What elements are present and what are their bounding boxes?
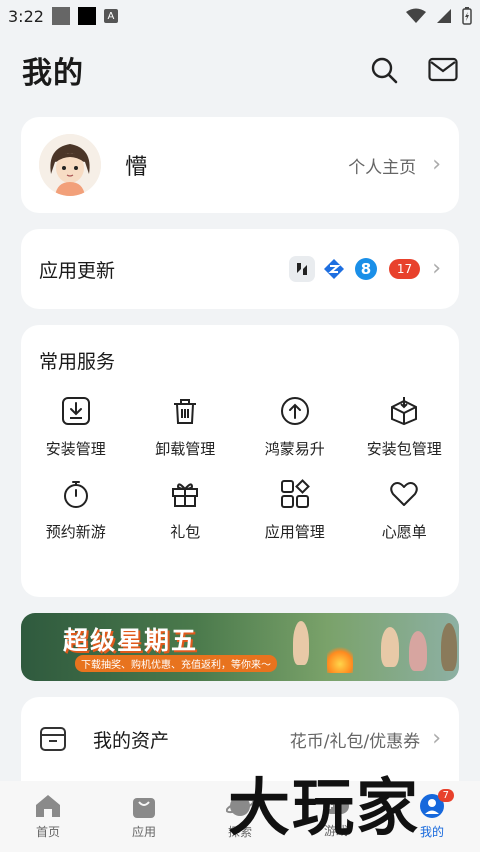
service-label: 安装管理 [45,440,106,458]
wallet-icon [40,727,66,751]
svg-text:8: 8 [361,260,371,278]
header-actions [370,56,458,84]
character-illustration [293,621,309,665]
service-label: 鸿蒙易升 [264,440,325,458]
huawei-app-icon [288,256,315,282]
search-icon[interactable] [370,56,398,84]
status-time: 3:22 [8,6,44,26]
number-8-app-icon: 8 [352,256,379,282]
service-label: 安装包管理 [366,440,442,458]
shopping-bag-icon [133,798,155,818]
apps-icon [280,479,310,508]
signal-icon [437,9,451,23]
personal-homepage-label: 个人主页 [348,157,417,178]
my-assets-detail-link[interactable]: 花币/礼包/优惠券 › [290,727,441,752]
banner-title: 超级星期五 [63,626,199,655]
common-services-card: 常用服务 安装管理 卸载管理 鸿蒙易升 安装包管理 预约新游 礼包 应用管理 心… [21,325,459,597]
service-label: 应用管理 [264,523,325,541]
nav-label: 我的 [419,825,444,839]
blue-z-app-icon [320,256,347,282]
services-title: 常用服务 [39,351,116,373]
package-icon [391,397,418,426]
chevron-right-icon: › [432,256,441,281]
personal-homepage-link[interactable]: 个人主页 › [348,153,441,178]
service-label: 卸载管理 [155,440,216,458]
services-grid: 安装管理 卸载管理 鸿蒙易升 安装包管理 预约新游 礼包 应用管理 心愿单 [21,396,459,542]
trash-icon [174,399,197,424]
service-install-manager[interactable]: 安装管理 [21,396,131,459]
service-package-manager[interactable]: 安装包管理 [350,396,460,459]
service-app-manager[interactable]: 应用管理 [240,479,350,542]
nav-apps[interactable]: 应用 [104,793,184,840]
heart-icon [390,482,418,506]
chevron-right-icon: › [432,726,441,751]
stopwatch-icon [63,481,88,508]
notification-icon [51,7,70,25]
page-title: 我的 [22,56,84,91]
campfire-illustration [327,643,353,673]
service-reserve-games[interactable]: 预约新游 [21,479,131,542]
home-icon [36,795,60,817]
notification-a-icon: A [103,9,118,23]
service-label: 心愿单 [381,523,427,541]
service-gift-pack[interactable]: 礼包 [131,479,241,542]
download-icon [61,397,90,425]
nav-label: 首页 [35,825,60,839]
service-label: 礼包 [170,523,201,541]
avatar[interactable] [39,134,101,196]
status-right [406,7,472,25]
gift-icon [172,483,199,507]
character-illustration [409,631,427,671]
nav-home[interactable]: 首页 [8,793,88,840]
app-update-card[interactable]: 应用更新 8 17 › [21,229,459,309]
service-wishlist[interactable]: 心愿单 [350,479,460,542]
character-illustration [441,623,457,671]
chevron-right-icon: › [432,152,441,177]
status-left: 3:22 A [8,7,118,26]
nav-label: 应用 [131,825,156,839]
notification-icon [77,7,96,25]
app-update-icons: 8 17 › [288,256,441,282]
banner-subtitle: 下载抽奖、购机优惠、充值返利，等你来～ [75,655,277,672]
service-label: 预约新游 [45,523,106,541]
app-update-label: 应用更新 [39,259,116,282]
service-uninstall-manager[interactable]: 卸载管理 [131,396,241,459]
upgrade-icon [280,397,309,425]
mail-icon[interactable] [428,57,458,83]
promo-banner[interactable]: 超级星期五 下载抽奖、购机优惠、充值返利，等你来～ [21,613,459,681]
nav-badge: 7 [437,789,454,802]
watermark: 大玩家 [228,771,421,844]
service-harmony-upgrade[interactable]: 鸿蒙易升 [240,396,350,459]
profile-card[interactable]: 懵 个人主页 › [21,117,459,213]
assets-detail-text: 花币/礼包/优惠券 [289,731,421,752]
wifi-icon [406,8,426,23]
page-header: 我的 [22,48,458,92]
character-illustration [381,627,399,667]
status-bar: 3:22 A [0,0,480,32]
battery-icon [462,7,472,25]
update-count-badge: 17 [388,259,421,279]
my-assets-label: 我的资产 [93,729,170,752]
user-name: 懵 [125,155,148,180]
